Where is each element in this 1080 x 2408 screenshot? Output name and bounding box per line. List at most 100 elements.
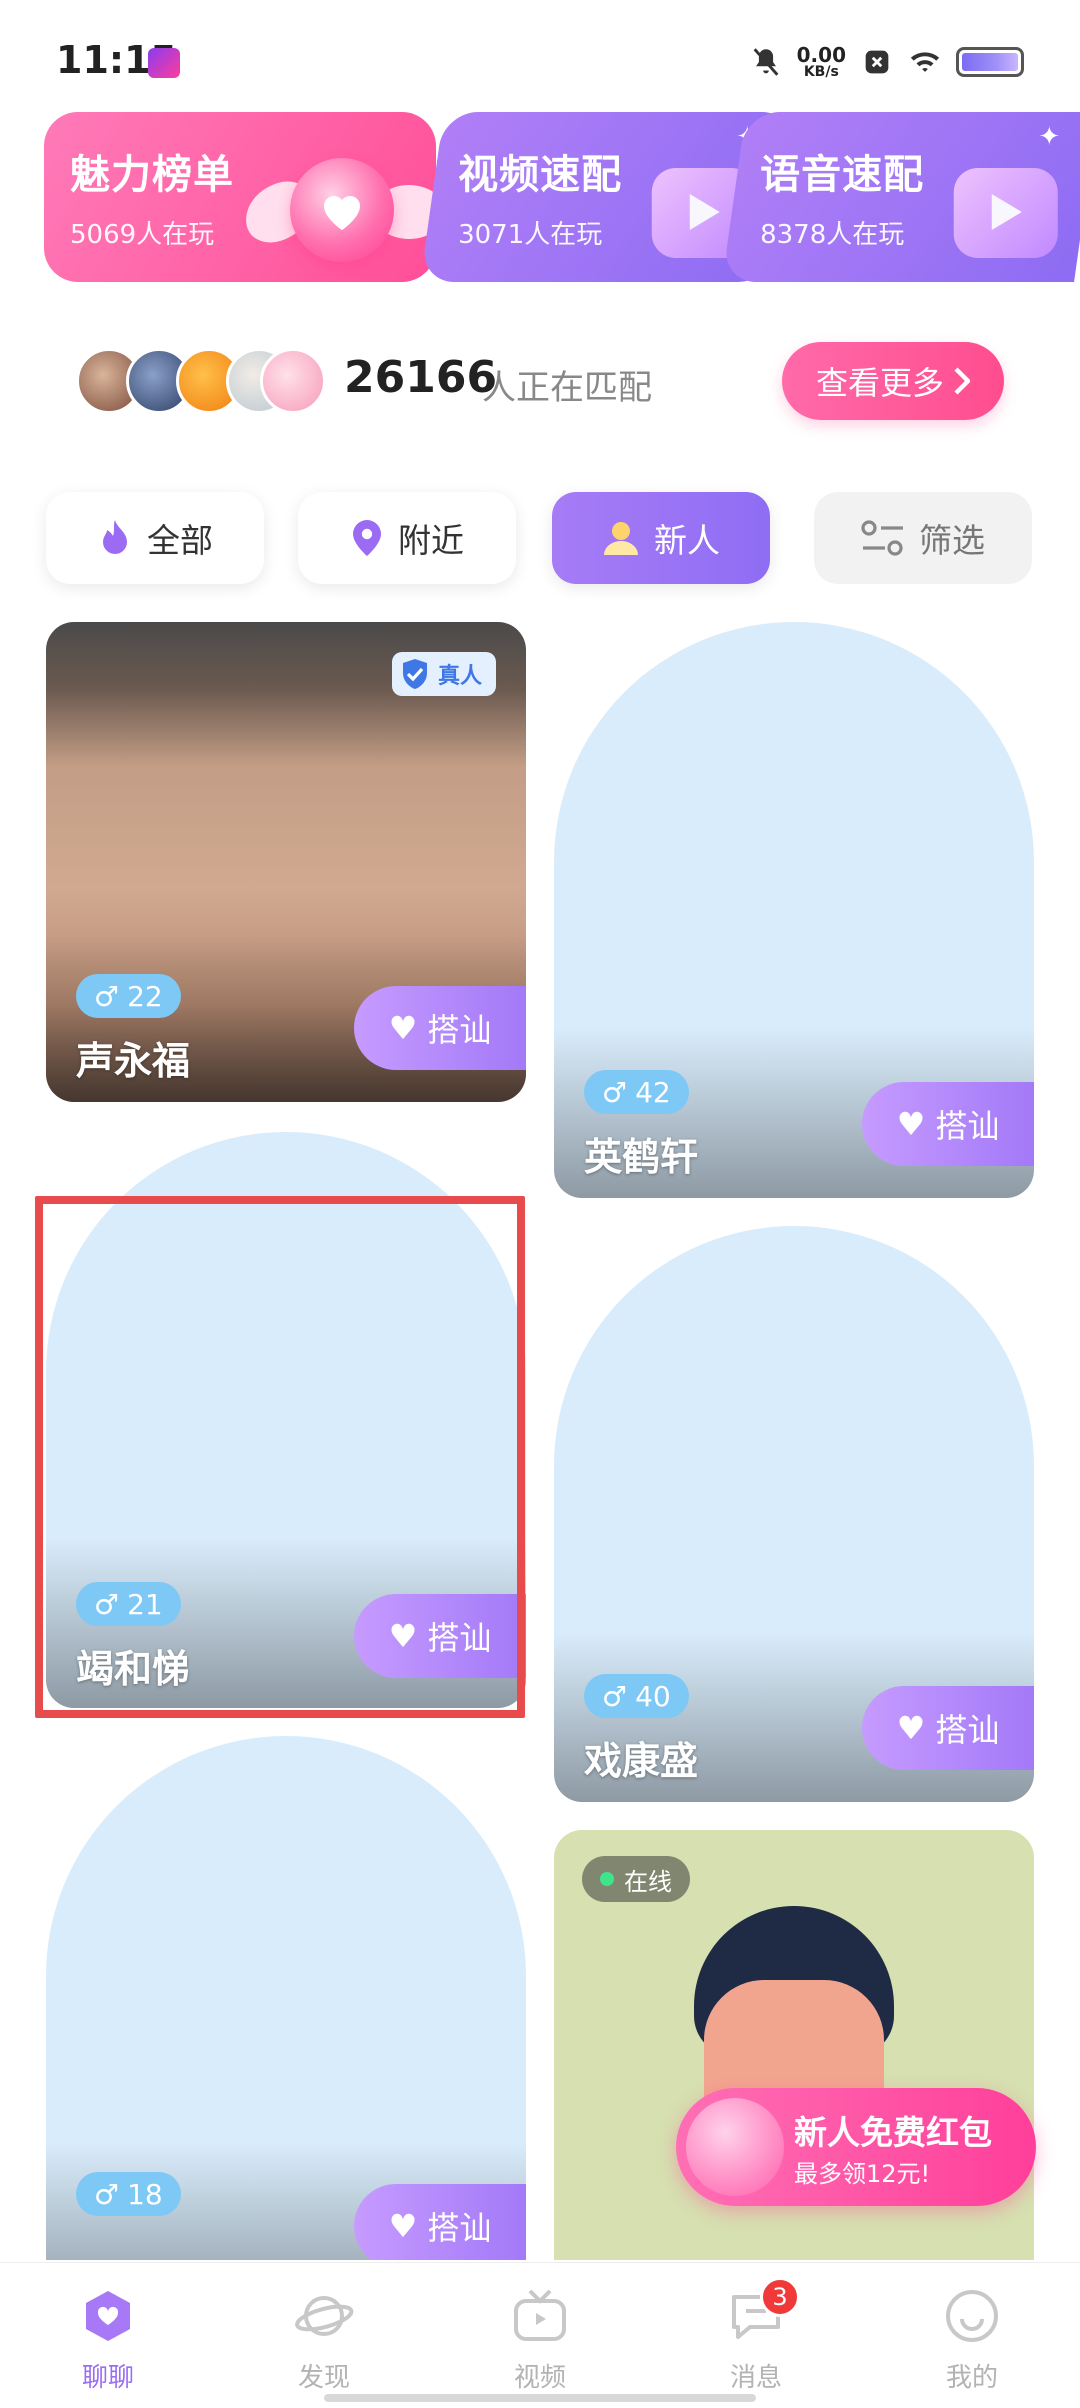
nav-discover[interactable]: 发现	[264, 2287, 384, 2394]
age-label: 18	[127, 2177, 163, 2211]
voice-match-banner[interactable]: 语音速配 8378人在玩 ✦	[722, 112, 1080, 282]
chat-up-button[interactable]: ♥ 搭讪	[862, 1082, 1034, 1166]
voice-play-icon	[953, 168, 1058, 258]
user-card-grid: 真人 ♂ 22 声永福 ♥ 搭讪 ♂ 42 英鹤轩 ♥ 搭讪 ♂ 21 竭和悌 …	[0, 620, 1080, 2260]
chat-up-label: 搭讪	[427, 2209, 492, 2247]
gender-age-tag: ♂ 42	[584, 1070, 689, 1114]
online-dot-icon	[600, 1872, 614, 1886]
gender-age-tag: ♂ 22	[76, 974, 181, 1018]
chat-home-icon	[78, 2287, 138, 2345]
message-bubble-icon: 3	[726, 2277, 800, 2345]
nav-label: 视频	[513, 2363, 566, 2393]
network-speed-value: 0.00	[796, 43, 846, 67]
nav-label: 发现	[297, 2363, 350, 2393]
status-bar: 11:15 0.00 KB/s	[0, 0, 1080, 128]
gender-age-tag: ♂ 21	[76, 1582, 181, 1626]
newcomer-red-packet-promo[interactable]: 新人免费红包 最多领12元!	[676, 2088, 1036, 2206]
charm-ranking-banner[interactable]: 魅力榜单 5069人在玩	[44, 112, 436, 282]
male-icon: ♂	[602, 1679, 628, 1713]
heart-icon: ♥	[388, 1009, 418, 1047]
banner-title: 魅力榜单	[70, 152, 234, 198]
heart-icon: ♥	[388, 2207, 418, 2245]
chat-up-label: 搭讪	[935, 1711, 1000, 1749]
sparkle-icon: ✦	[1038, 122, 1061, 152]
promo-subtitle: 最多领12元!	[794, 2160, 931, 2188]
wifi-icon	[910, 52, 940, 72]
banner-subtitle: 8378人在玩	[760, 220, 905, 250]
chat-up-button[interactable]: ♥ 搭讪	[354, 986, 526, 1070]
user-card[interactable]: ♂ 42 英鹤轩 ♥ 搭讪	[554, 622, 1034, 1198]
user-name: 声永福	[76, 1039, 191, 1083]
tab-newcomer[interactable]: 新人	[552, 492, 770, 584]
age-label: 21	[127, 1587, 163, 1621]
banner-title: 语音速配	[760, 152, 925, 198]
age-label: 42	[635, 1075, 671, 1109]
heart-icon: ♥	[388, 1617, 418, 1655]
person-icon	[604, 522, 638, 555]
filter-tabs: 全部 附近 新人 筛选	[46, 492, 1036, 584]
banner-subtitle: 5069人在玩	[70, 220, 215, 250]
view-more-label: 查看更多	[815, 364, 944, 402]
chat-up-label: 搭讪	[427, 1011, 492, 1049]
matching-label: 人正在匹配	[482, 368, 652, 408]
user-card[interactable]: 真人 ♂ 22 声永福 ♥ 搭讪	[46, 622, 526, 1102]
heart-icon: ♥	[896, 1709, 926, 1747]
smile-face-icon	[942, 2287, 1002, 2345]
user-name: 戏康盛	[584, 1739, 699, 1783]
nav-messages[interactable]: 3 消息	[696, 2277, 816, 2394]
banner-subtitle: 3071人在玩	[458, 220, 603, 250]
matching-count: 26166	[344, 352, 498, 403]
status-icons: 0.00 KB/s	[749, 40, 1024, 84]
male-icon: ♂	[94, 2177, 120, 2211]
gender-age-tag: ♂ 40	[584, 1674, 689, 1718]
chat-up-label: 搭讪	[935, 1107, 1000, 1145]
tv-icon	[510, 2287, 570, 2345]
matching-avatars[interactable]	[76, 348, 326, 414]
user-name: 竭和悌	[76, 1647, 191, 1691]
tab-filter[interactable]: 筛选	[814, 492, 1032, 584]
mute-bell-icon	[753, 48, 779, 76]
chat-up-button[interactable]: ♥ 搭讪	[354, 1594, 526, 1678]
nav-label: 我的	[945, 2363, 998, 2393]
planet-icon	[294, 2287, 354, 2345]
flame-icon	[103, 520, 127, 554]
age-label: 40	[635, 1679, 671, 1713]
verified-badge: 真人	[391, 652, 496, 696]
tab-all[interactable]: 全部	[46, 492, 264, 584]
nav-label: 消息	[729, 2363, 782, 2393]
unread-badge: 3	[760, 2277, 800, 2317]
tab-label: 全部	[147, 521, 213, 560]
heart-icon: ♥	[896, 1105, 926, 1143]
user-card[interactable]: ♂ 40 戏康盛 ♥ 搭讪	[554, 1226, 1034, 1802]
chat-up-button[interactable]: ♥ 搭讪	[354, 2184, 526, 2260]
user-card[interactable]: ♂ 21 竭和悌 ♥ 搭讪	[46, 1132, 526, 1708]
view-more-button[interactable]: 查看更多	[782, 342, 1004, 420]
nav-video[interactable]: 视频	[480, 2287, 600, 2394]
gender-age-tag: ♂ 18	[76, 2172, 181, 2216]
age-label: 22	[127, 979, 163, 1013]
app-notification-icon	[148, 48, 180, 78]
heart-medal-icon	[290, 158, 394, 262]
nav-chat[interactable]: 聊聊	[48, 2287, 168, 2394]
matching-row: 26166 人正在匹配 查看更多	[76, 338, 1004, 422]
male-icon: ♂	[94, 1587, 120, 1621]
network-speed-unit: KB/s	[803, 64, 839, 80]
promo-title: 新人免费红包	[794, 2113, 992, 2152]
chevron-right-icon	[954, 367, 970, 395]
location-pin-icon	[353, 520, 381, 556]
user-card[interactable]: ♂ 18 ♥ 搭讪	[46, 1736, 526, 2260]
tab-nearby[interactable]: 附近	[298, 492, 516, 584]
online-status-tag: 在线	[582, 1856, 690, 1902]
banner-title: 视频速配	[458, 152, 623, 198]
chat-up-button[interactable]: ♥ 搭讪	[862, 1686, 1034, 1770]
red-packet-icon	[686, 2098, 784, 2196]
network-speed: 0.00 KB/s	[797, 45, 846, 79]
nav-profile[interactable]: 我的	[912, 2287, 1032, 2394]
male-icon: ♂	[94, 979, 120, 1013]
shield-check-icon	[402, 659, 427, 689]
user-name: 英鹤轩	[584, 1135, 699, 1179]
sim-x-icon	[865, 50, 889, 74]
tab-label: 筛选	[919, 521, 985, 560]
verified-label: 真人	[437, 664, 482, 689]
online-label: 在线	[624, 1867, 672, 1896]
